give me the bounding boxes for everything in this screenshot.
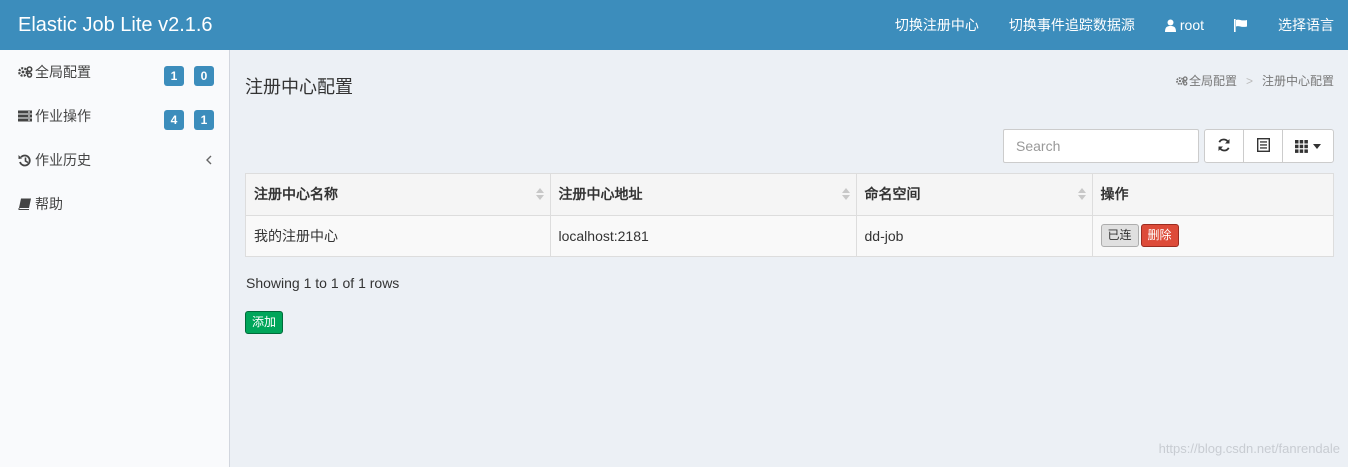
connected-button[interactable]: 已连	[1100, 224, 1139, 248]
refresh-icon	[1217, 138, 1231, 155]
column-header-name[interactable]: 注册中心名称	[246, 174, 551, 216]
chevron-left-icon	[205, 152, 212, 168]
sidebar-item-job-history[interactable]: 作业历史	[0, 138, 230, 182]
columns-dropdown-button[interactable]	[1282, 129, 1334, 163]
pagination-info: Showing 1 to 1 of 1 rows	[246, 275, 400, 291]
registry-table: 注册中心名称 注册中心地址 命名空间 操作 我的注册中心 localhost:2…	[245, 173, 1334, 257]
switch-datasource-link[interactable]: 切换事件追踪数据源	[1009, 15, 1135, 35]
grid-icon	[1295, 139, 1308, 153]
user-name: root	[1179, 17, 1204, 33]
history-icon	[18, 154, 34, 167]
breadcrumb: 全局配置 > 注册中心配置	[1176, 72, 1334, 89]
gears-icon	[18, 66, 34, 78]
sort-icon	[1077, 187, 1086, 204]
sidebar-item-label: 作业历史	[35, 152, 91, 168]
column-header-namespace[interactable]: 命名空间	[856, 174, 1093, 216]
list-alt-icon	[1256, 137, 1270, 155]
cell-namespace: dd-job	[856, 215, 1093, 256]
count-badge: 4	[164, 110, 184, 130]
count-badge: 1	[194, 110, 214, 130]
breadcrumb-parent[interactable]: 全局配置	[1189, 72, 1237, 89]
gears-icon	[1176, 75, 1188, 86]
watermark: https://blog.csdn.net/fanrendale	[1158, 441, 1340, 456]
switch-registry-link[interactable]: 切换注册中心	[895, 15, 979, 35]
delete-button[interactable]: 删除	[1140, 224, 1179, 248]
top-navbar: Elastic Job Lite v2.1.6 切换注册中心 切换事件追踪数据源…	[0, 0, 1348, 50]
table-header-row: 注册中心名称 注册中心地址 命名空间 操作	[246, 174, 1333, 216]
count-badge: 0	[194, 66, 214, 86]
search-input[interactable]	[1003, 129, 1199, 163]
flag-icon	[1234, 18, 1248, 32]
user-icon	[1164, 19, 1176, 32]
top-nav: 切换注册中心 切换事件追踪数据源 root 选择语言	[865, 0, 1334, 50]
column-header-address[interactable]: 注册中心地址	[550, 174, 857, 216]
sidebar-item-label: 全局配置	[35, 64, 91, 80]
toggle-view-button[interactable]	[1243, 129, 1283, 163]
column-header-actions: 操作	[1092, 174, 1333, 216]
cell-actions: 已连 删除	[1092, 215, 1333, 256]
app-brand[interactable]: Elastic Job Lite v2.1.6	[18, 12, 213, 38]
user-menu[interactable]: root	[1164, 17, 1204, 33]
sidebar-item-help[interactable]: 帮助	[0, 182, 230, 226]
caret-down-icon	[1313, 143, 1321, 149]
page-title: 注册中心配置	[245, 77, 353, 97]
breadcrumb-current: 注册中心配置	[1261, 74, 1334, 88]
breadcrumb-separator: >	[1245, 73, 1253, 88]
cell-address: localhost:2181	[550, 215, 857, 256]
book-icon	[18, 198, 34, 210]
notifications-menu[interactable]	[1234, 18, 1248, 32]
sidebar-item-label: 作业操作	[35, 108, 91, 124]
cell-name: 我的注册中心	[246, 215, 551, 256]
sidebar-item-label: 帮助	[35, 196, 63, 212]
table-toolbar	[1204, 129, 1334, 163]
add-button[interactable]: 添加	[245, 311, 284, 334]
server-icon	[18, 110, 34, 122]
count-badge: 1	[164, 66, 184, 86]
language-select[interactable]: 选择语言	[1278, 15, 1334, 35]
refresh-button[interactable]	[1204, 129, 1244, 163]
sort-icon	[841, 187, 850, 204]
table-row: 我的注册中心 localhost:2181 dd-job 已连 删除	[246, 215, 1333, 256]
sort-icon	[535, 187, 544, 204]
